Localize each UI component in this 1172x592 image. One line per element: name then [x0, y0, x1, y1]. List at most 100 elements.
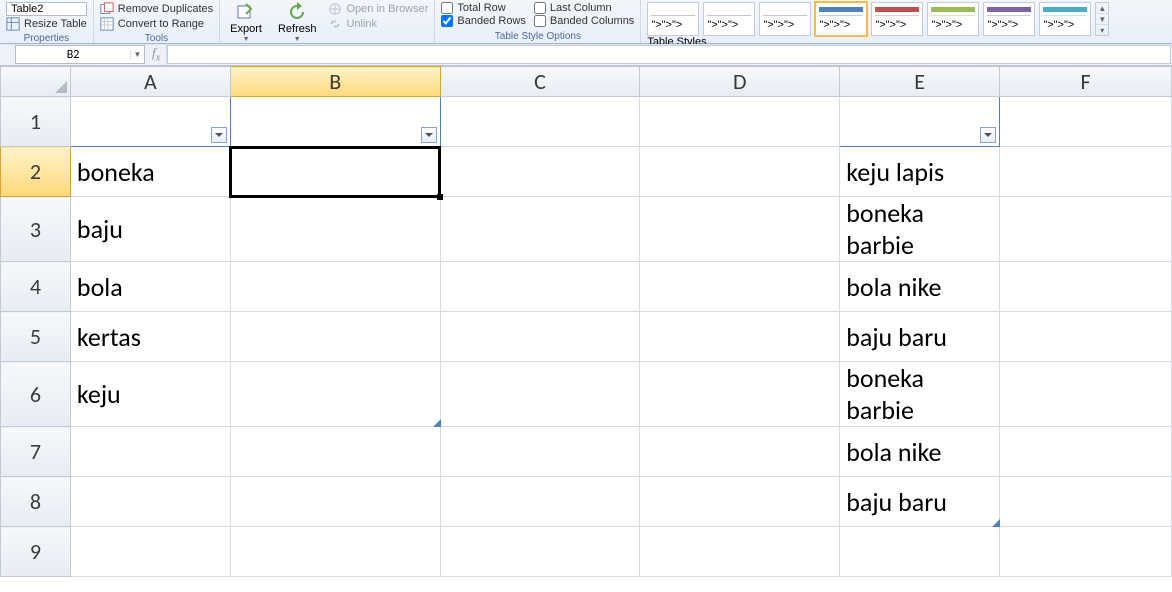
filter-dropdown-icon[interactable] [211, 127, 227, 143]
cell-B4[interactable] [230, 262, 440, 312]
remove-duplicates-button[interactable]: Remove Duplicates [100, 2, 213, 16]
cell-C3[interactable] [440, 197, 640, 262]
cell-A2[interactable]: boneka [70, 147, 230, 197]
export-button[interactable]: Export ▼ [226, 2, 266, 43]
fill-handle[interactable] [437, 194, 443, 200]
column-header[interactable]: B [230, 67, 440, 97]
cell-C6[interactable] [440, 362, 640, 427]
cell-D7[interactable] [640, 427, 840, 477]
cell-D2[interactable] [640, 147, 840, 197]
cell-B2[interactable] [230, 147, 440, 197]
cell-B7[interactable] [230, 427, 440, 477]
cell-C2[interactable] [440, 147, 640, 197]
cell-C4[interactable] [440, 262, 640, 312]
cell-E4[interactable]: bola nike [840, 262, 1000, 312]
cell-E8[interactable]: baju baru [840, 477, 1000, 527]
table-style-swatch[interactable]: ">">"> [927, 2, 979, 36]
table-style-swatch[interactable]: ">">"> [815, 2, 867, 36]
total-row-checkbox[interactable]: Total Row [441, 2, 526, 14]
filter-dropdown-icon[interactable] [980, 127, 996, 143]
cell-E3[interactable]: boneka barbie [840, 197, 1000, 262]
cell-D9[interactable] [640, 527, 840, 577]
row-header[interactable]: 2 [1, 147, 71, 197]
cell-F5[interactable] [1000, 312, 1172, 362]
select-all-corner[interactable] [1, 67, 71, 97]
column-header[interactable]: F [1000, 67, 1172, 97]
scroll-down-icon[interactable]: ▼ [1096, 14, 1108, 25]
table-style-swatch[interactable]: ">">"> [1039, 2, 1091, 36]
spreadsheet-grid[interactable]: ABCDEF 1ItemItem Code Item List 2boneka kej… [0, 66, 1172, 577]
cell-A8[interactable] [70, 477, 230, 527]
cell-E6[interactable]: boneka barbie [840, 362, 1000, 427]
row-header[interactable]: 5 [1, 312, 71, 362]
cell-F7[interactable] [1000, 427, 1172, 477]
table-style-swatch[interactable]: ">">"> [983, 2, 1035, 36]
scroll-up-icon[interactable]: ▲ [1096, 3, 1108, 14]
cell-E9[interactable] [840, 527, 1000, 577]
cell-F2[interactable] [1000, 147, 1172, 197]
row-header[interactable]: 4 [1, 262, 71, 312]
banded-rows-checkbox[interactable]: Banded Rows [441, 15, 526, 27]
cell-E2[interactable]: keju lapis [840, 147, 1000, 197]
table-style-swatch[interactable]: ">">"> [871, 2, 923, 36]
cell-C9[interactable] [440, 527, 640, 577]
chevron-down-icon[interactable]: ▼ [130, 50, 144, 59]
cell-F3[interactable] [1000, 197, 1172, 262]
filter-dropdown-icon[interactable] [421, 127, 437, 143]
cell-D5[interactable] [640, 312, 840, 362]
banded-cols-checkbox[interactable]: Banded Columns [534, 15, 634, 27]
cell-D1[interactable] [640, 97, 840, 147]
formula-bar[interactable] [167, 45, 1171, 64]
cell-D8[interactable] [640, 477, 840, 527]
cell-E1[interactable]: Item List [840, 97, 1000, 147]
row-header[interactable]: 1 [1, 97, 71, 147]
row-header[interactable]: 8 [1, 477, 71, 527]
cell-B3[interactable] [230, 197, 440, 262]
cell-F1[interactable] [1000, 97, 1172, 147]
cell-C5[interactable] [440, 312, 640, 362]
cell-D3[interactable] [640, 197, 840, 262]
cell-D4[interactable] [640, 262, 840, 312]
cell-F6[interactable] [1000, 362, 1172, 427]
cell-F9[interactable] [1000, 527, 1172, 577]
fx-icon[interactable]: fx [152, 45, 160, 64]
refresh-button[interactable]: Refresh ▼ [274, 2, 321, 43]
name-box[interactable]: B2 ▼ [15, 45, 145, 64]
cell-E5[interactable]: baju baru [840, 312, 1000, 362]
column-header[interactable]: D [640, 67, 840, 97]
table-style-swatch[interactable]: ">">"> [703, 2, 755, 36]
cell-A3[interactable]: baju [70, 197, 230, 262]
cell-A7[interactable] [70, 427, 230, 477]
convert-range-button[interactable]: Convert to Range [100, 17, 213, 31]
column-header[interactable]: E [840, 67, 1000, 97]
cell-B6[interactable] [230, 362, 440, 427]
column-header[interactable]: A [70, 67, 230, 97]
row-header[interactable]: 6 [1, 362, 71, 427]
last-col-checkbox[interactable]: Last Column [534, 2, 634, 14]
cell-A4[interactable]: bola [70, 262, 230, 312]
gallery-more-icon[interactable]: ▾ [1096, 25, 1108, 35]
cell-C1[interactable] [440, 97, 640, 147]
table-style-swatch[interactable]: ">">"> [647, 2, 699, 36]
cell-B5[interactable] [230, 312, 440, 362]
cell-A9[interactable] [70, 527, 230, 577]
cell-A1[interactable]: Item [70, 97, 230, 147]
row-header[interactable]: 3 [1, 197, 71, 262]
cell-B9[interactable] [230, 527, 440, 577]
column-header[interactable]: C [440, 67, 640, 97]
table-name-value[interactable]: Table2 [6, 2, 87, 16]
cell-C8[interactable] [440, 477, 640, 527]
row-header[interactable]: 7 [1, 427, 71, 477]
resize-table-button[interactable]: Resize Table [6, 17, 87, 31]
cell-F4[interactable] [1000, 262, 1172, 312]
cell-A5[interactable]: kertas [70, 312, 230, 362]
cell-F8[interactable] [1000, 477, 1172, 527]
row-header[interactable]: 9 [1, 527, 71, 577]
cell-A6[interactable]: keju [70, 362, 230, 427]
cell-B1[interactable]: Item Code [230, 97, 440, 147]
cell-B8[interactable] [230, 477, 440, 527]
table-style-swatch[interactable]: ">">"> [759, 2, 811, 36]
cell-C7[interactable] [440, 427, 640, 477]
cell-D6[interactable] [640, 362, 840, 427]
cell-E7[interactable]: bola nike [840, 427, 1000, 477]
